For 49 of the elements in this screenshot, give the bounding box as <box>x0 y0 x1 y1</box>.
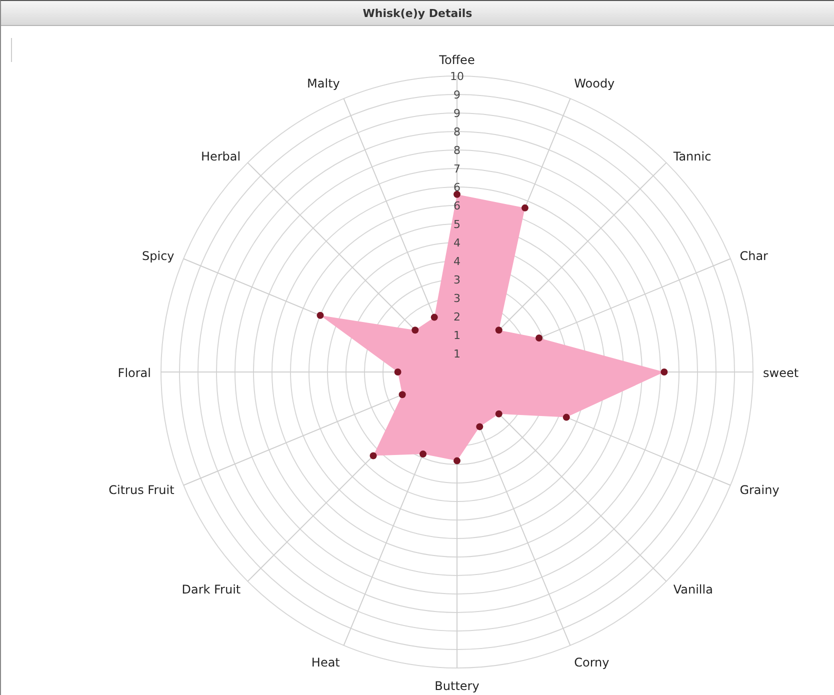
tick-label: 7 <box>454 162 460 176</box>
tick-label: 4 <box>454 255 460 268</box>
axis-label: Herbal <box>200 150 241 164</box>
axis-label: Corny <box>574 656 610 670</box>
data-point <box>562 414 570 421</box>
data-point <box>660 368 668 376</box>
axis-label: Char <box>740 248 768 263</box>
axis-label: Citrus Fruit <box>108 483 174 498</box>
tick-label: 1 <box>454 329 460 342</box>
tick-label: 8 <box>454 126 460 138</box>
axis-label: Spicy <box>142 248 174 263</box>
axis-label: Toffee <box>439 53 475 67</box>
axis-label: Vanilla <box>673 582 713 596</box>
window-title: Whisk(e)y Details <box>362 6 472 20</box>
axis-label: Malty <box>307 76 340 90</box>
tick-label: 3 <box>454 274 460 286</box>
data-point <box>521 204 528 212</box>
data-point <box>316 312 324 319</box>
axis-label: Tannic <box>673 150 712 164</box>
data-point <box>495 326 502 334</box>
data-point <box>394 368 402 376</box>
data-point <box>412 326 419 334</box>
tick-label: 6 <box>454 200 460 212</box>
axis-label: sweet <box>763 366 799 380</box>
data-point <box>454 457 460 464</box>
axis-label: Buttery <box>434 679 480 693</box>
tick-label: 10 <box>450 70 464 83</box>
axis-label: Woody <box>574 76 615 90</box>
data-point <box>476 423 484 430</box>
axis-label: Dark Fruit <box>182 582 241 596</box>
data-point <box>536 334 543 342</box>
tick-label: 6 <box>454 181 460 194</box>
data-point <box>370 452 377 460</box>
data-point <box>495 410 502 418</box>
tick-label: 1 <box>454 348 460 360</box>
tick-label: 9 <box>454 88 460 102</box>
axis-label: Grainy <box>740 483 780 498</box>
tick-label: 8 <box>454 144 460 157</box>
data-point <box>420 450 427 458</box>
data-point <box>398 391 406 398</box>
data-point <box>430 314 438 321</box>
tick-label: 2 <box>454 310 460 324</box>
axis-label: Heat <box>311 656 340 670</box>
tick-label: 3 <box>454 292 460 305</box>
tick-label: 9 <box>454 107 460 120</box>
data-point <box>454 190 460 198</box>
axis-label: Floral <box>118 366 151 380</box>
tick-label: 5 <box>454 218 460 231</box>
tick-label: 4 <box>454 236 460 250</box>
